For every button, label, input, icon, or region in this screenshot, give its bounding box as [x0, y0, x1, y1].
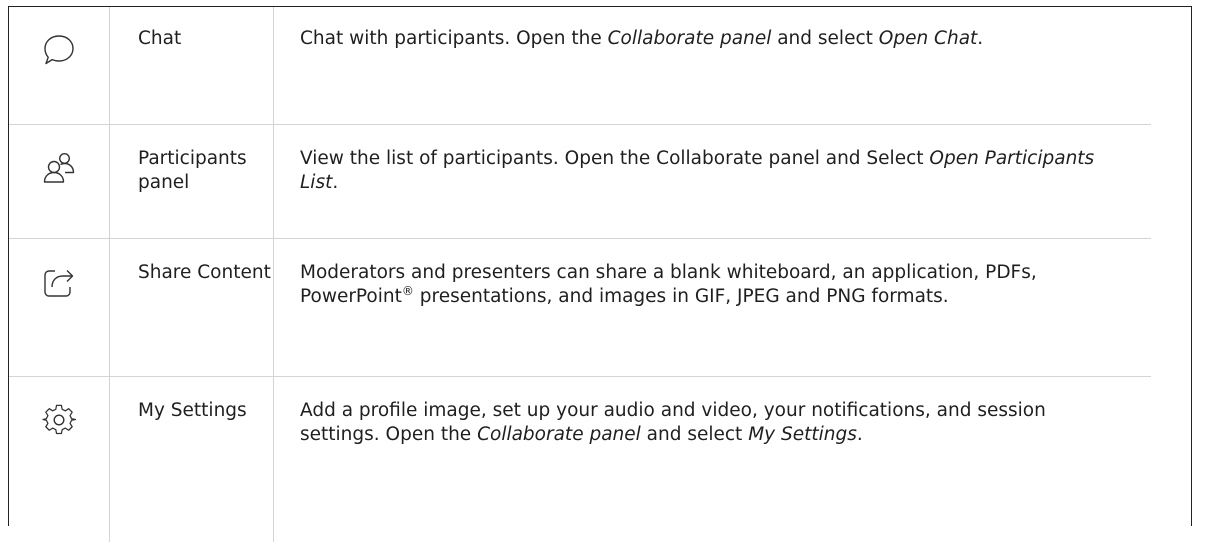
- feature-name: Chat: [110, 7, 274, 125]
- share-icon: [42, 283, 76, 304]
- table-row: Share Content Moderators and presenters …: [9, 239, 1151, 377]
- table-row: My Settings Add a profile image, set up …: [9, 377, 1151, 542]
- emphasized-text: Collaborate panel: [608, 28, 772, 49]
- emphasized-text: Open Chat: [879, 28, 978, 49]
- description-text: .: [332, 172, 338, 193]
- feature-description: Moderators and presenters can share a bl…: [274, 239, 1152, 377]
- emphasized-text: Collaborate panel: [477, 424, 641, 445]
- superscript-mark: ®: [402, 284, 414, 298]
- emphasized-text: My Settings: [748, 424, 857, 445]
- chat-bubble-icon: [42, 51, 76, 72]
- description-text: Chat with participants. Open the: [300, 28, 608, 49]
- feature-description: Chat with participants. Open the Collabo…: [274, 7, 1152, 125]
- features-table: Chat Chat with participants. Open the Co…: [9, 7, 1151, 542]
- feature-name: My Settings: [110, 377, 274, 542]
- icon-cell: [9, 377, 110, 542]
- feature-name: Participants panel: [110, 125, 274, 239]
- participants-icon: [42, 169, 76, 190]
- icon-cell: [9, 125, 110, 239]
- description-text: .: [857, 424, 863, 445]
- description-text: View the list of participants. Open the …: [300, 148, 929, 169]
- gear-icon: [42, 421, 76, 442]
- icon-cell: [9, 239, 110, 377]
- description-text: presentations, and images in GIF, JPEG a…: [414, 286, 949, 307]
- feature-description: Add a profile image, set up your audio a…: [274, 377, 1152, 542]
- feature-description: View the list of participants. Open the …: [274, 125, 1152, 239]
- table-row: Participants panel View the list of part…: [9, 125, 1151, 239]
- description-text: .: [977, 28, 983, 49]
- feature-name: Share Content: [110, 239, 274, 377]
- description-text: and select: [771, 28, 878, 49]
- description-text: and select: [641, 424, 748, 445]
- table-row: Chat Chat with participants. Open the Co…: [9, 7, 1151, 125]
- icon-cell: [9, 7, 110, 125]
